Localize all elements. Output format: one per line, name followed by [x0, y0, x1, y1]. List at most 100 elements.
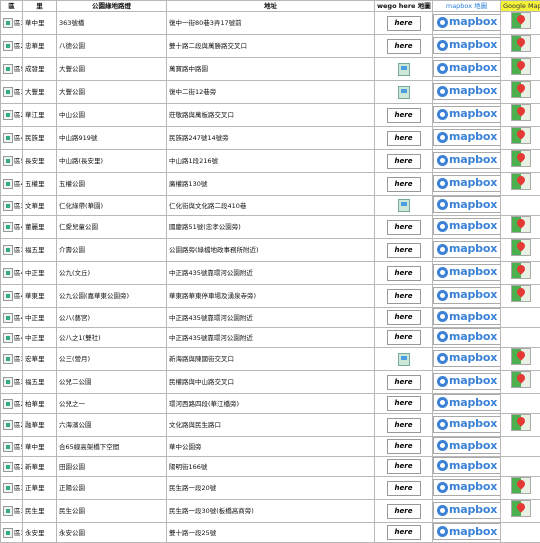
google-maps-icon[interactable] — [511, 35, 531, 52]
address-cell: 環河西路四段(華江橋旁) — [167, 394, 375, 414]
table-row: 區2新華里田園公園陽明街166號heremapbox — [1, 457, 540, 477]
here-map-link[interactable]: here — [387, 243, 421, 258]
district-icon — [3, 442, 13, 452]
mapbox-link[interactable]: mapbox — [433, 152, 501, 169]
mapbox-link[interactable]: mapbox — [433, 416, 501, 433]
village-cell: 華東里 — [23, 285, 57, 308]
district-cell: 區5 — [1, 150, 23, 173]
google-maps-icon[interactable] — [511, 285, 531, 302]
here-map-link[interactable]: here — [387, 266, 421, 281]
mapbox-link[interactable]: mapbox — [433, 60, 501, 77]
park-name-cell: 中山公園 — [57, 104, 167, 127]
google-maps-icon[interactable] — [511, 414, 531, 431]
village-cell: 文華里 — [23, 196, 57, 216]
here-map-link[interactable]: here — [387, 39, 421, 54]
here-map-link[interactable]: here — [387, 220, 421, 235]
park-name-cell: 大豐公園 — [57, 81, 167, 104]
mapbox-link[interactable]: mapbox — [433, 14, 501, 31]
district-icon — [3, 133, 13, 143]
here-map-link[interactable]: here — [387, 459, 421, 474]
google-maps-icon[interactable] — [511, 58, 531, 75]
district-cell: 區5 — [1, 58, 23, 81]
mapbox-link[interactable]: mapbox — [433, 83, 501, 100]
mapbox-link[interactable]: mapbox — [433, 287, 501, 304]
table-row: 區3永安里永安公園雙十路一段25號heremapbox — [1, 523, 540, 543]
district-cell: 區3 — [1, 371, 23, 394]
here-map-icon[interactable] — [398, 86, 410, 99]
here-map-icon[interactable] — [398, 353, 410, 366]
village-cell: 大豐里 — [23, 81, 57, 104]
mapbox-link[interactable]: mapbox — [433, 479, 501, 496]
park-name-cell: 五權公園 — [57, 173, 167, 196]
here-map-link[interactable]: here — [387, 418, 421, 433]
here-map-link[interactable]: here — [387, 439, 421, 454]
park-name-cell: 仁愛兒童公園 — [57, 216, 167, 239]
google-maps-icon[interactable] — [511, 127, 531, 144]
mapbox-logo-icon — [437, 376, 448, 387]
park-name-cell: 中山路(長安里) — [57, 150, 167, 173]
mapbox-link[interactable]: mapbox — [433, 523, 501, 540]
district-cell: 區3 — [1, 12, 23, 35]
here-map-link[interactable]: here — [387, 396, 421, 411]
mapbox-link[interactable]: mapbox — [433, 308, 501, 325]
district-icon — [3, 506, 13, 516]
mapbox-link[interactable]: mapbox — [433, 264, 501, 281]
mapbox-link[interactable]: mapbox — [433, 394, 501, 411]
here-map-link[interactable]: here — [387, 504, 421, 519]
here-map-link[interactable]: here — [387, 177, 421, 192]
google-maps-icon[interactable] — [511, 81, 531, 98]
here-map-link[interactable]: here — [387, 375, 421, 390]
mapbox-link[interactable]: mapbox — [433, 241, 501, 258]
mapbox-cell: mapbox — [433, 35, 501, 58]
mapbox-link[interactable]: mapbox — [433, 175, 501, 192]
district-cell: 區4 — [1, 308, 23, 328]
mapbox-link[interactable]: mapbox — [433, 373, 501, 390]
mapbox-link[interactable]: mapbox — [433, 218, 501, 235]
here-map-link[interactable]: here — [387, 310, 421, 325]
here-map-link[interactable]: here — [387, 108, 421, 123]
google-map-cell — [501, 457, 540, 477]
google-maps-icon[interactable] — [511, 12, 531, 29]
district-text: 區3 — [14, 19, 23, 27]
mapbox-link[interactable]: mapbox — [433, 129, 501, 146]
district-icon — [3, 268, 13, 278]
google-maps-icon[interactable] — [511, 348, 531, 365]
google-maps-icon[interactable] — [511, 216, 531, 233]
google-maps-icon[interactable] — [511, 262, 531, 279]
google-maps-icon[interactable] — [511, 500, 531, 517]
mapbox-link[interactable]: mapbox — [433, 196, 501, 213]
here-cell: here — [375, 437, 433, 457]
district-cell: 區3 — [1, 81, 23, 104]
here-map-icon[interactable] — [398, 63, 410, 76]
google-maps-icon[interactable] — [511, 371, 531, 388]
mapbox-logo-icon — [437, 482, 448, 493]
mapbox-link[interactable]: mapbox — [433, 350, 501, 367]
here-map-link[interactable]: here — [387, 16, 421, 31]
google-maps-icon[interactable] — [511, 173, 531, 190]
google-maps-icon[interactable] — [511, 104, 531, 121]
here-map-link[interactable]: here — [387, 154, 421, 169]
mapbox-link[interactable]: mapbox — [433, 106, 501, 123]
mapbox-cell: mapbox — [433, 457, 501, 477]
google-map-cell — [501, 414, 540, 437]
here-map-link[interactable]: here — [387, 131, 421, 146]
here-map-icon[interactable] — [398, 199, 410, 212]
mapbox-link[interactable]: mapbox — [433, 457, 501, 474]
google-maps-icon[interactable] — [511, 477, 531, 494]
district-cell: 區4 — [1, 328, 23, 348]
district-text: 區5 — [14, 157, 23, 165]
mapbox-link[interactable]: mapbox — [433, 37, 501, 54]
here-map-link[interactable]: here — [387, 525, 421, 540]
district-icon — [3, 377, 13, 387]
mapbox-link[interactable]: mapbox — [433, 437, 501, 454]
here-map-link[interactable]: here — [387, 330, 421, 345]
here-map-link[interactable]: here — [387, 481, 421, 496]
district-icon — [3, 245, 13, 255]
here-map-link[interactable]: here — [387, 289, 421, 304]
google-maps-icon[interactable] — [511, 150, 531, 167]
district-icon — [3, 222, 13, 232]
mapbox-link[interactable]: mapbox — [433, 328, 501, 345]
mapbox-link[interactable]: mapbox — [433, 502, 501, 519]
google-maps-icon[interactable] — [511, 239, 531, 256]
mapbox-label: mapbox — [449, 525, 497, 539]
